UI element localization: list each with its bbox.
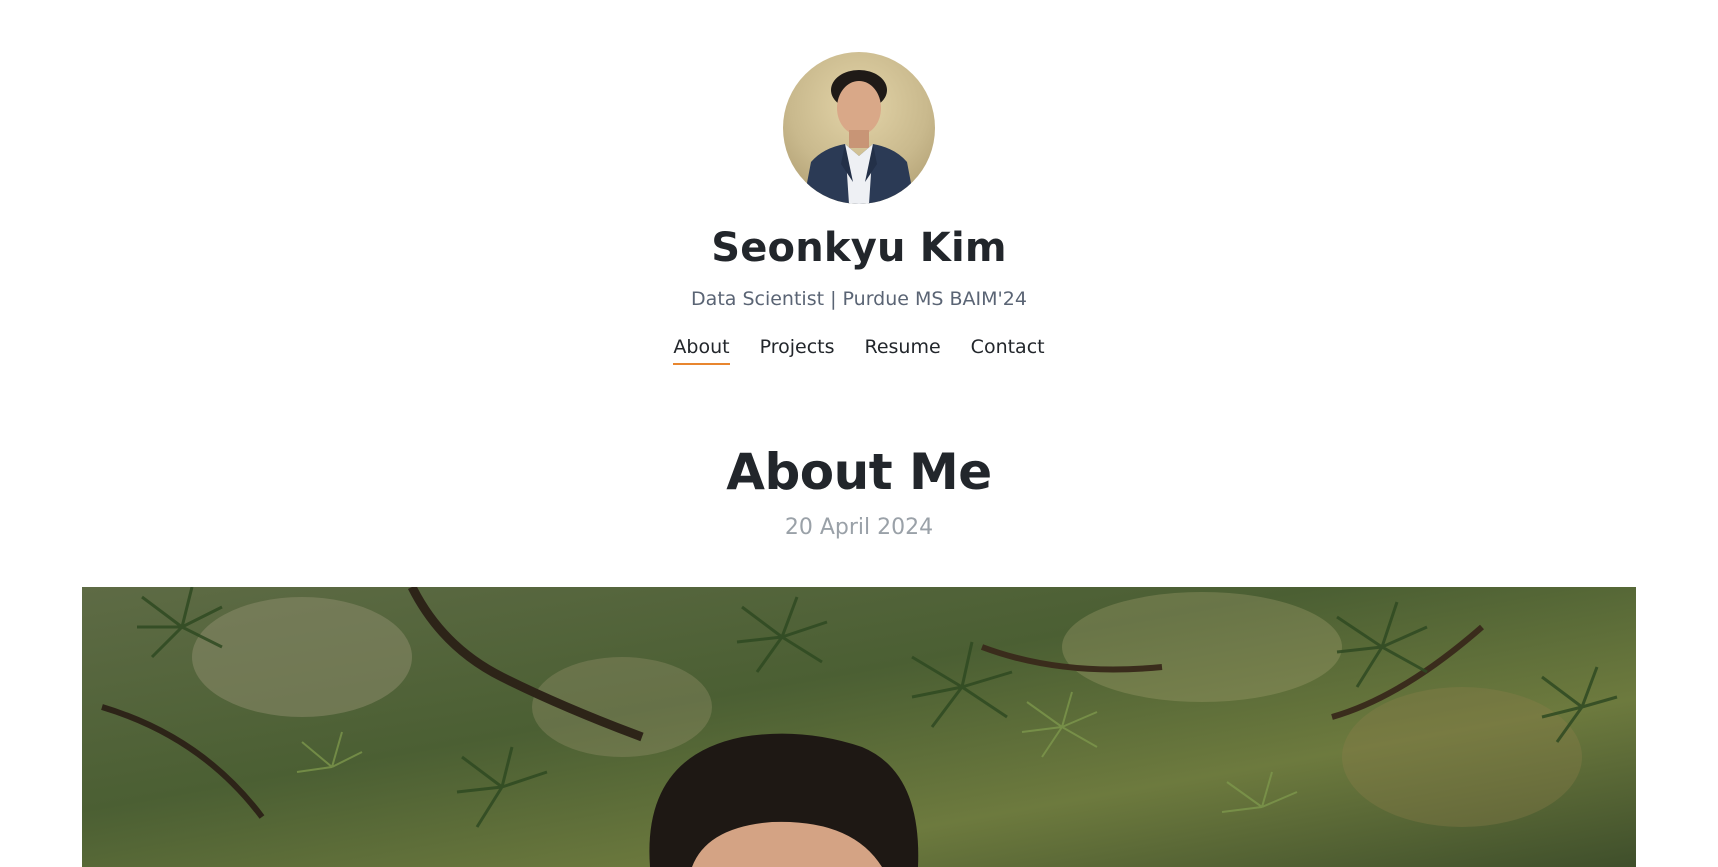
nav-item-about[interactable]: About: [673, 333, 730, 365]
hero-portrait-photo-icon: [82, 587, 1636, 867]
nav-item-contact[interactable]: Contact: [971, 333, 1045, 365]
avatar-portrait-icon: [803, 70, 915, 204]
page: Seonkyu Kim Data Scientist | Purdue MS B…: [0, 0, 1718, 867]
site-title[interactable]: Seonkyu Kim: [0, 222, 1718, 274]
main-nav: About Projects Resume Contact: [0, 333, 1718, 365]
avatar[interactable]: [783, 52, 935, 204]
nav-item-resume[interactable]: Resume: [864, 333, 940, 365]
post-date: 20 April 2024: [784, 515, 934, 540]
site-tagline: Data Scientist | Purdue MS BAIM'24: [691, 288, 1027, 310]
page-title: About Me: [726, 443, 992, 501]
hero-image: [82, 587, 1636, 867]
nav-item-projects[interactable]: Projects: [760, 333, 835, 365]
